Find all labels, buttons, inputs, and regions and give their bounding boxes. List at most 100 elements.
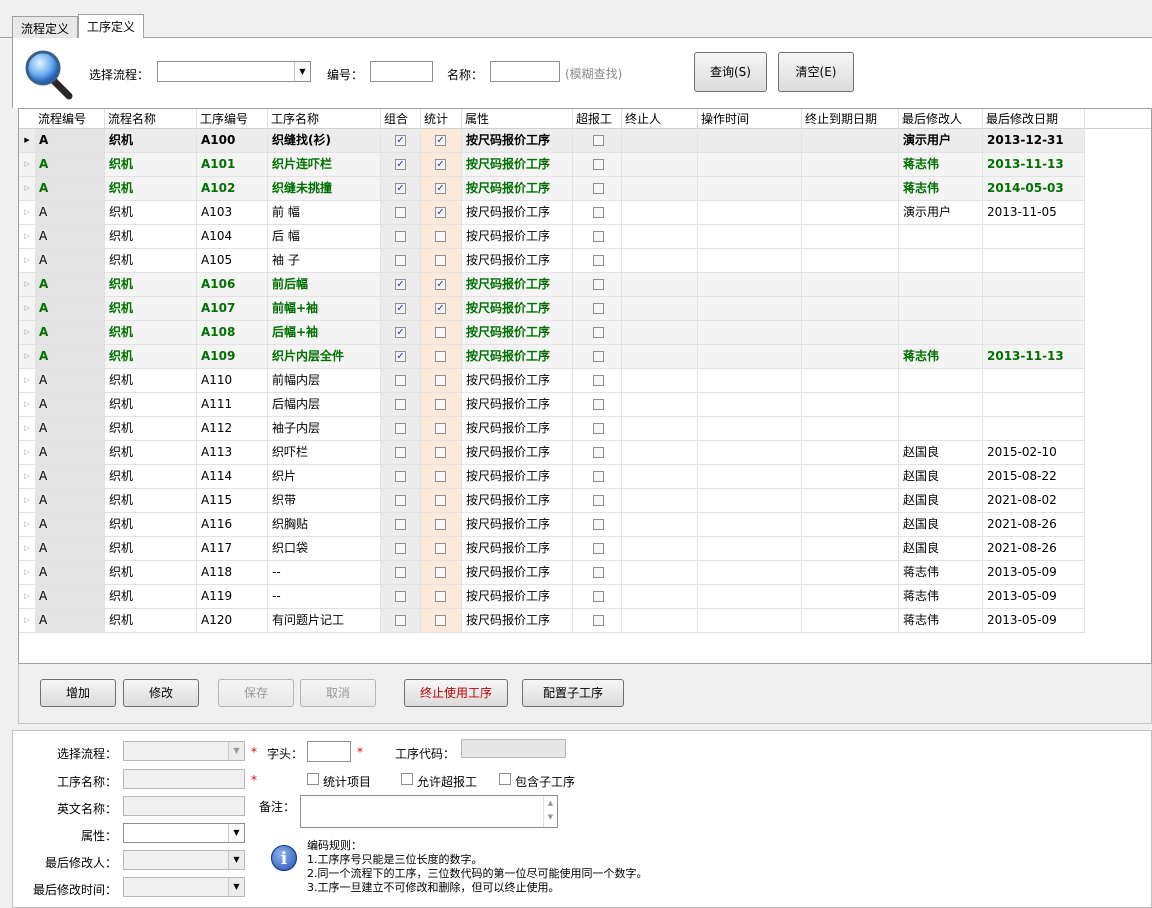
column-header[interactable]: 最后修改日期: [983, 109, 1085, 129]
column-header[interactable]: 工序名称: [268, 109, 381, 129]
cell-attr[interactable]: 按尺码报价工序: [462, 129, 573, 152]
cell-flow_name[interactable]: 织机: [105, 345, 197, 368]
cell-modifier[interactable]: 蒋志伟: [899, 609, 983, 632]
checkbox[interactable]: [593, 303, 604, 314]
cell-flow[interactable]: A: [35, 585, 105, 608]
cell-flow_name[interactable]: 织机: [105, 369, 197, 392]
cell-date[interactable]: [983, 297, 1085, 320]
table-row[interactable]: ▷ A 织机 A104 后 幅 按尺码报价工序: [19, 225, 1085, 249]
cell-over-checkbox[interactable]: [573, 441, 622, 464]
cell-empty[interactable]: [802, 249, 899, 272]
cell-date[interactable]: [983, 393, 1085, 416]
include-sub-checkbox[interactable]: [499, 773, 511, 785]
checkbox[interactable]: [593, 495, 604, 506]
cell-date[interactable]: 2021-08-26: [983, 513, 1085, 536]
cell-attr[interactable]: 按尺码报价工序: [462, 585, 573, 608]
checkbox[interactable]: [435, 519, 446, 530]
cell-name[interactable]: 织带: [268, 489, 381, 512]
cell-stat-checkbox[interactable]: [421, 489, 462, 512]
cell-combo-checkbox[interactable]: ✓: [381, 177, 421, 200]
cell-empty[interactable]: [802, 201, 899, 224]
row-indicator-icon[interactable]: ▷: [19, 465, 35, 488]
cell-stat-checkbox[interactable]: [421, 537, 462, 560]
cell-over-checkbox[interactable]: [573, 201, 622, 224]
cell-date[interactable]: 2013-11-13: [983, 345, 1085, 368]
table-row[interactable]: ▶ A 织机 A100 织缝找(衫) ✓ ✓ 按尺码报价工序 演示用户 2013-12-31: [19, 129, 1085, 153]
cell-stat-checkbox[interactable]: ✓: [421, 153, 462, 176]
checkbox[interactable]: [593, 255, 604, 266]
cell-over-checkbox[interactable]: [573, 177, 622, 200]
cell-empty[interactable]: [802, 129, 899, 152]
cell-modifier[interactable]: 赵国良: [899, 465, 983, 488]
cell-attr[interactable]: 按尺码报价工序: [462, 393, 573, 416]
cell-attr[interactable]: 按尺码报价工序: [462, 273, 573, 296]
cell-attr[interactable]: 按尺码报价工序: [462, 249, 573, 272]
cell-combo-checkbox[interactable]: ✓: [381, 273, 421, 296]
checkbox[interactable]: [395, 567, 406, 578]
cell-flow_name[interactable]: 织机: [105, 297, 197, 320]
cell-name[interactable]: 袖子内层: [268, 417, 381, 440]
checkbox[interactable]: ✓: [395, 183, 406, 194]
cell-code[interactable]: A111: [197, 393, 268, 416]
checkbox[interactable]: [593, 615, 604, 626]
table-row[interactable]: ▷ A 织机 A116 织胸贴 按尺码报价工序 赵国良 2021-08-26: [19, 513, 1085, 537]
cell-date[interactable]: 2021-08-26: [983, 537, 1085, 560]
cell-stat-checkbox[interactable]: [421, 321, 462, 344]
cell-flow[interactable]: A: [35, 225, 105, 248]
cell-flow[interactable]: A: [35, 273, 105, 296]
cell-combo-checkbox[interactable]: ✓: [381, 129, 421, 152]
cell-empty[interactable]: [622, 537, 698, 560]
cell-name[interactable]: 后幅内层: [268, 393, 381, 416]
cell-name[interactable]: 后幅+袖: [268, 321, 381, 344]
cell-flow[interactable]: A: [35, 609, 105, 632]
cell-flow[interactable]: A: [35, 345, 105, 368]
checkbox[interactable]: [593, 375, 604, 386]
cell-code[interactable]: A117: [197, 537, 268, 560]
cell-empty[interactable]: [802, 441, 899, 464]
checkbox[interactable]: [593, 423, 604, 434]
row-indicator-icon[interactable]: ▷: [19, 153, 35, 176]
last-modifier-select[interactable]: ▼: [123, 850, 245, 870]
checkbox[interactable]: [593, 591, 604, 602]
table-row[interactable]: ▷ A 织机 A111 后幅内层 按尺码报价工序: [19, 393, 1085, 417]
cell-modifier[interactable]: 蒋志伟: [899, 585, 983, 608]
cell-empty[interactable]: [698, 489, 802, 512]
checkbox[interactable]: [593, 567, 604, 578]
cell-empty[interactable]: [622, 489, 698, 512]
column-header[interactable]: 流程名称: [105, 109, 197, 129]
cell-date[interactable]: [983, 417, 1085, 440]
cell-flow_name[interactable]: 织机: [105, 585, 197, 608]
checkbox[interactable]: [593, 399, 604, 410]
column-header[interactable]: 超报工: [573, 109, 622, 129]
cell-name[interactable]: 织胸贴: [268, 513, 381, 536]
last-modtime-select[interactable]: ▼: [123, 877, 245, 897]
cell-empty[interactable]: [622, 201, 698, 224]
cell-stat-checkbox[interactable]: ✓: [421, 129, 462, 152]
cell-date[interactable]: 2013-11-13: [983, 153, 1085, 176]
cell-flow[interactable]: A: [35, 153, 105, 176]
cell-empty[interactable]: [698, 393, 802, 416]
cell-attr[interactable]: 按尺码报价工序: [462, 177, 573, 200]
checkbox[interactable]: ✓: [435, 279, 446, 290]
cell-attr[interactable]: 按尺码报价工序: [462, 465, 573, 488]
cell-empty[interactable]: [698, 201, 802, 224]
row-indicator-icon[interactable]: ▷: [19, 489, 35, 512]
cell-empty[interactable]: [802, 369, 899, 392]
checkbox[interactable]: ✓: [395, 327, 406, 338]
cell-date[interactable]: 2013-05-09: [983, 561, 1085, 584]
cell-modifier[interactable]: 赵国良: [899, 489, 983, 512]
cell-empty[interactable]: [622, 249, 698, 272]
cell-code[interactable]: A109: [197, 345, 268, 368]
cell-empty[interactable]: [802, 465, 899, 488]
checkbox[interactable]: [593, 447, 604, 458]
cell-stat-checkbox[interactable]: [421, 441, 462, 464]
cell-attr[interactable]: 按尺码报价工序: [462, 537, 573, 560]
checkbox[interactable]: [395, 543, 406, 554]
checkbox[interactable]: [395, 591, 406, 602]
cell-flow[interactable]: A: [35, 369, 105, 392]
cell-over-checkbox[interactable]: [573, 321, 622, 344]
cell-flow[interactable]: A: [35, 129, 105, 152]
cell-empty[interactable]: [698, 345, 802, 368]
cell-empty[interactable]: [698, 129, 802, 152]
cell-flow[interactable]: A: [35, 513, 105, 536]
